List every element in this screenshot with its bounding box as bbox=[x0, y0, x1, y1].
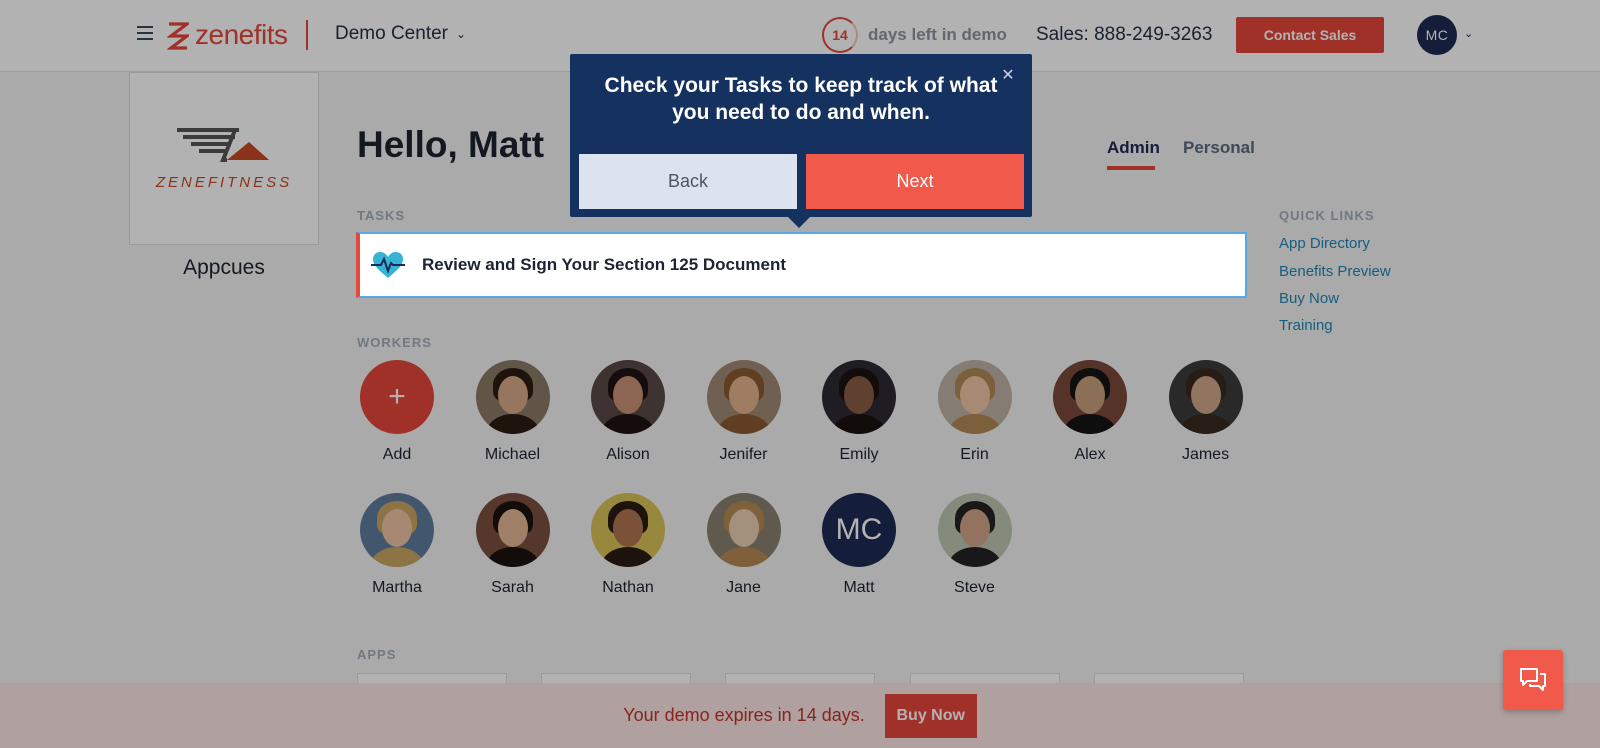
chat-icon bbox=[1520, 668, 1546, 691]
task-title: Review and Sign Your Section 125 Documen… bbox=[422, 255, 787, 274]
close-icon[interactable]: ✕ bbox=[1000, 68, 1016, 84]
tooltip-next-button[interactable]: Next bbox=[806, 154, 1024, 209]
tooltip-message: Check your Tasks to keep track of what y… bbox=[604, 74, 998, 124]
tooltip-back-button[interactable]: Back bbox=[579, 154, 797, 209]
heart-pulse-icon bbox=[371, 252, 405, 278]
tooltip-arrow bbox=[788, 217, 810, 228]
onboarding-tooltip: Check your Tasks to keep track of what y… bbox=[570, 54, 1032, 228]
chat-button[interactable] bbox=[1503, 650, 1563, 710]
task-card[interactable]: Review and Sign Your Section 125 Documen… bbox=[356, 232, 1247, 298]
